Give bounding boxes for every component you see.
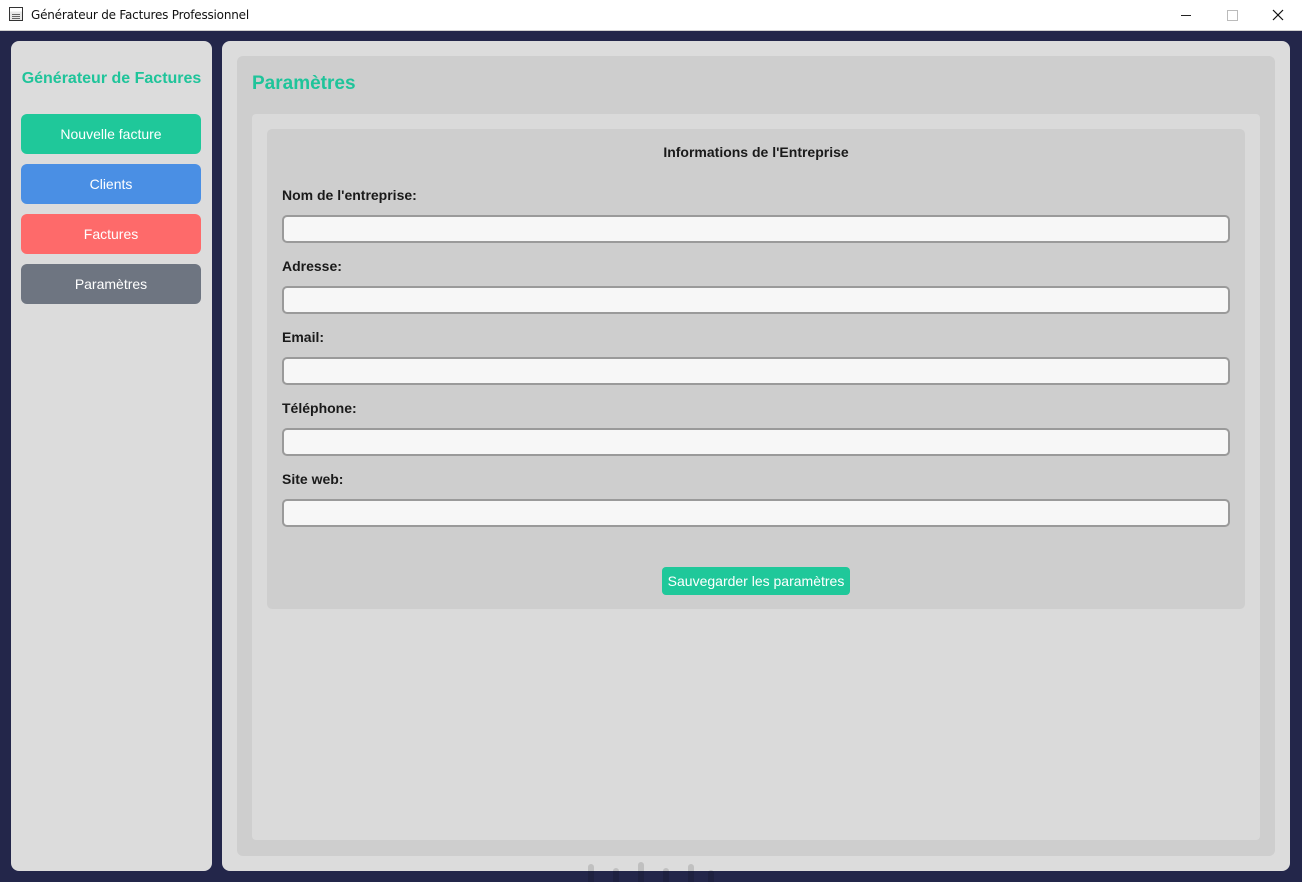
app-icon xyxy=(9,7,23,21)
sidebar: Générateur de Factures Nouvelle facture … xyxy=(11,41,212,871)
phone-label: Téléphone: xyxy=(282,400,357,416)
company-name-input[interactable] xyxy=(282,215,1230,243)
nav-clients-button[interactable]: Clients xyxy=(21,164,201,204)
company-name-label: Nom de l'entreprise: xyxy=(282,187,417,203)
website-label: Site web: xyxy=(282,471,344,487)
main-panel: Paramètres Informations de l'Entreprise … xyxy=(222,41,1290,871)
minimize-button[interactable] xyxy=(1163,0,1209,30)
window-titlebar: Générateur de Factures Professionnel xyxy=(0,0,1302,31)
address-input[interactable] xyxy=(282,286,1230,314)
window-title: Générateur de Factures Professionnel xyxy=(31,8,249,22)
phone-input[interactable] xyxy=(282,428,1230,456)
maximize-button[interactable] xyxy=(1209,0,1255,30)
nav-parametres-button[interactable]: Paramètres xyxy=(21,264,201,304)
close-button[interactable] xyxy=(1255,0,1301,30)
address-label: Adresse: xyxy=(282,258,342,274)
brand-title: Générateur de Factures xyxy=(21,70,202,87)
watermark-logo xyxy=(588,862,714,882)
maximize-icon xyxy=(1226,9,1238,21)
save-settings-button[interactable]: Sauvegarder les paramètres xyxy=(662,567,850,595)
email-input[interactable] xyxy=(282,357,1230,385)
close-icon xyxy=(1272,9,1284,21)
email-label: Email: xyxy=(282,329,325,345)
nav-factures-button[interactable]: Factures xyxy=(21,214,201,254)
content-scroll-area: Informations de l'Entreprise Nom de l'en… xyxy=(252,114,1260,840)
minimize-icon xyxy=(1181,14,1191,16)
website-input[interactable] xyxy=(282,499,1230,527)
app-body: Générateur de Factures Nouvelle facture … xyxy=(0,31,1302,882)
page-title: Paramètres xyxy=(252,73,356,94)
card-title: Informations de l'Entreprise xyxy=(663,144,849,160)
main-inner: Paramètres Informations de l'Entreprise … xyxy=(237,56,1275,856)
nav-nouvelle-facture-button[interactable]: Nouvelle facture xyxy=(21,114,201,154)
company-info-card: Informations de l'Entreprise Nom de l'en… xyxy=(267,129,1245,609)
